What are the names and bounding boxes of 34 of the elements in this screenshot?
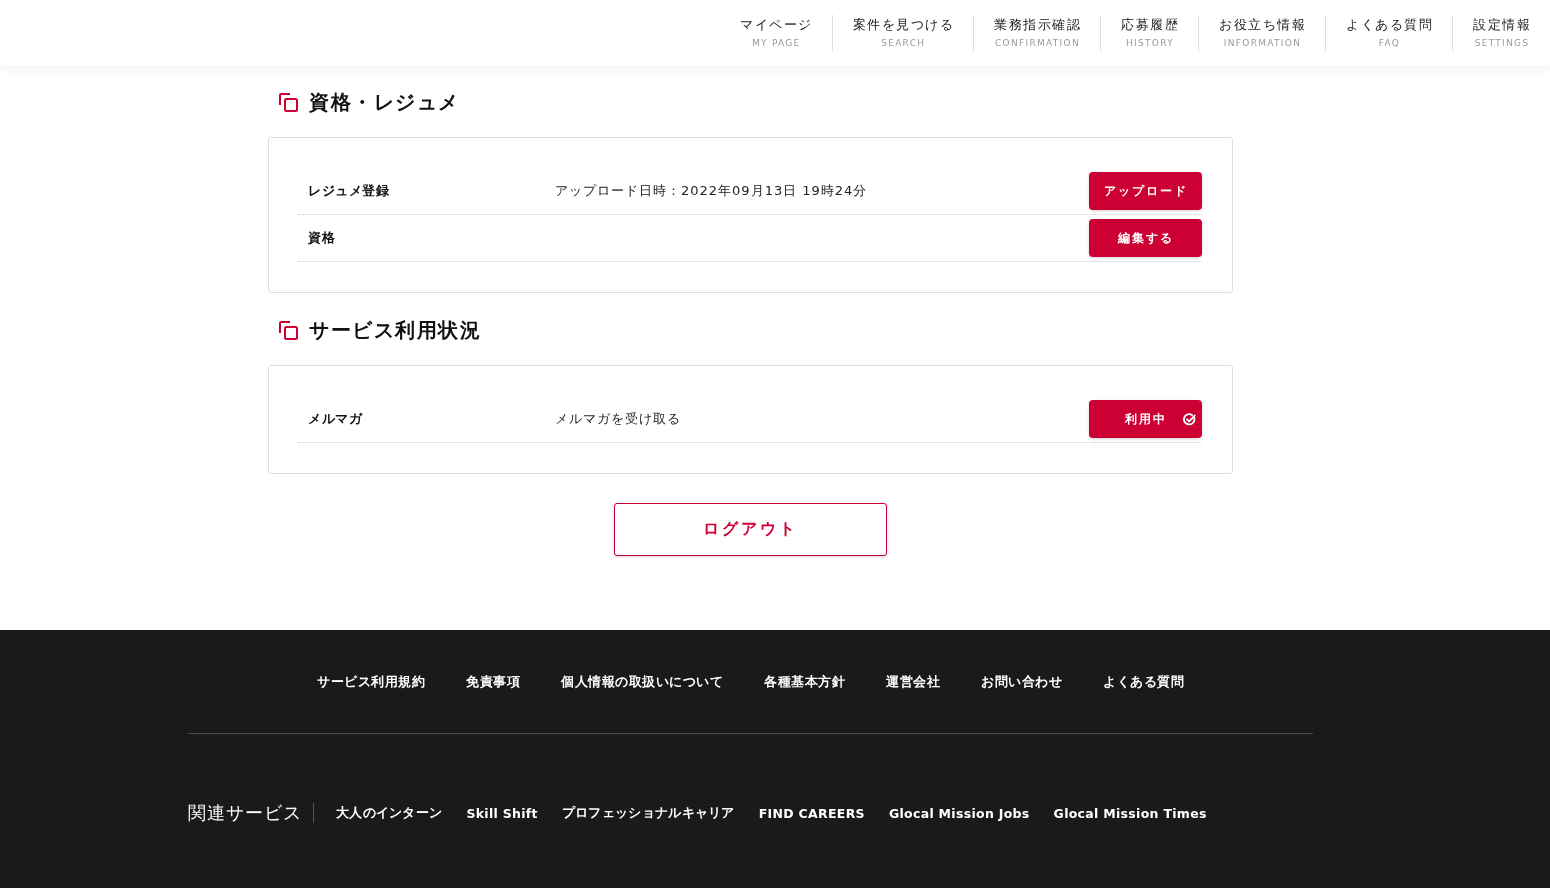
- related-service-link[interactable]: 大人のインターン: [336, 804, 443, 822]
- nav-link[interactable]: 設定情報 SETTINGS: [1452, 15, 1550, 51]
- footer-link[interactable]: 運営会社: [886, 673, 940, 691]
- row-label: 資格: [308, 229, 336, 247]
- nav-link[interactable]: よくある質問 FAQ: [1325, 15, 1452, 51]
- overlapping-squares-icon: [278, 320, 298, 340]
- action-button[interactable]: アップロード: [1089, 172, 1202, 210]
- nav-link[interactable]: マイページ MY PAGE: [720, 15, 832, 51]
- logout-button[interactable]: ログアウト: [614, 503, 887, 556]
- nav-link[interactable]: 業務指示確認 CONFIRMATION: [973, 15, 1100, 51]
- related-service-link[interactable]: プロフェッショナルキャリア: [561, 804, 735, 822]
- action-button[interactable]: 利用中: [1089, 400, 1202, 438]
- section-heading: 資格・レジュメ: [309, 89, 460, 116]
- action-button[interactable]: 編集する: [1089, 219, 1202, 257]
- overlapping-squares-icon: [278, 92, 298, 112]
- nav-link[interactable]: 案件を見つける SEARCH: [831, 15, 973, 51]
- related-services-title: 関連サービス: [188, 801, 302, 825]
- row-value: メルマガを受け取る: [555, 410, 682, 428]
- footer-link[interactable]: 免責事項: [466, 673, 520, 691]
- footer-link[interactable]: 各種基本方針: [764, 673, 845, 691]
- related-service-link[interactable]: Glocal Mission Times: [1053, 805, 1207, 821]
- footer-link[interactable]: お問い合わせ: [981, 673, 1062, 691]
- related-service-link[interactable]: FIND CAREERS: [758, 805, 865, 821]
- footer-link[interactable]: 個人情報の取扱いについて: [561, 673, 723, 691]
- nav-link[interactable]: 応募履歴 HISTORY: [1100, 15, 1198, 51]
- footer-link[interactable]: よくある質問: [1103, 673, 1184, 691]
- nav-link[interactable]: お役立ち情報 INFORMATION: [1198, 15, 1325, 51]
- footer-link[interactable]: サービス利用規約: [317, 673, 425, 691]
- row-label: メルマガ: [308, 410, 364, 428]
- row-value: アップロード日時：2022年09月13日 19時24分: [555, 182, 869, 200]
- related-service-link[interactable]: Skill Shift: [466, 805, 538, 821]
- related-service-link[interactable]: Glocal Mission Jobs: [888, 805, 1030, 821]
- section-heading: サービス利用状況: [309, 317, 481, 344]
- row-label: レジュメ登録: [308, 182, 390, 200]
